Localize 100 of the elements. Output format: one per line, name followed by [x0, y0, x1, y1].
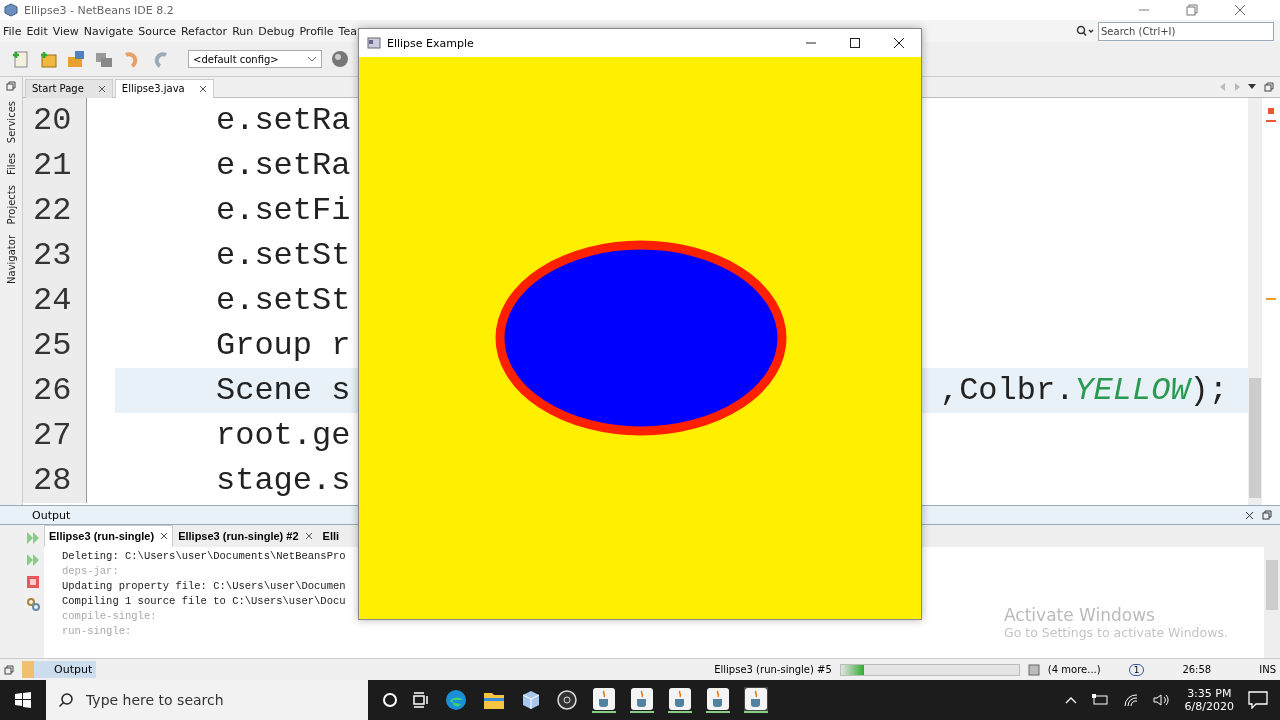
- line-number: 22: [23, 188, 87, 233]
- java-cup-icon[interactable]: [744, 687, 768, 713]
- settings-icon[interactable]: [26, 597, 40, 611]
- close-icon[interactable]: [160, 532, 169, 540]
- close-icon[interactable]: [198, 84, 207, 93]
- wifi-icon[interactable]: [1122, 693, 1139, 707]
- menu-item[interactable]: Edit: [26, 24, 51, 38]
- browser-icon[interactable]: [444, 688, 468, 712]
- restore-icon[interactable]: [1262, 510, 1272, 520]
- code-text: ,Colbr.YELLOW);: [939, 372, 1228, 409]
- line-number: 20: [23, 98, 87, 143]
- cube-icon[interactable]: [520, 689, 542, 711]
- clock-time[interactable]: 3:35 PM: [1187, 687, 1232, 700]
- code-text: Group r: [216, 327, 351, 364]
- output-line: run-single:: [62, 624, 132, 639]
- volume-icon[interactable]: [1152, 693, 1171, 707]
- caret-position: 26:58: [1182, 664, 1212, 675]
- window-title: Ellipse3 - NetBeans IDE 8.2: [24, 3, 174, 17]
- menu-item[interactable]: Tea: [338, 24, 360, 38]
- java-cup-icon[interactable]: [630, 687, 654, 713]
- menu-item[interactable]: View: [52, 24, 82, 38]
- scrollbar-thumb[interactable]: [1266, 560, 1278, 610]
- side-tab[interactable]: Navigator: [5, 234, 17, 284]
- menu-item[interactable]: Refactor: [180, 24, 231, 38]
- run-tab[interactable]: Ellipse3 (run-single) #2: [173, 525, 318, 547]
- code-text: Scene s: [216, 372, 351, 409]
- app-logo-icon: [4, 3, 18, 17]
- side-tab[interactable]: Projects: [5, 185, 17, 225]
- editor-tab[interactable]: Start Page: [25, 78, 113, 98]
- menu-item[interactable]: Run: [232, 24, 257, 38]
- search-icon[interactable]: [58, 692, 74, 708]
- restore-icon[interactable]: [1186, 4, 1198, 16]
- code-text: e.setSt: [216, 237, 351, 274]
- close-icon[interactable]: [893, 37, 905, 49]
- insert-mode: INS: [1259, 664, 1276, 675]
- menu-item[interactable]: Source: [138, 24, 179, 38]
- scrollbar-thumb[interactable]: [1249, 378, 1261, 498]
- maximize-icon[interactable]: [849, 37, 861, 49]
- output-line: Deleting: C:\Users\user\Documents\NetBeansPro: [62, 549, 346, 564]
- new-file-icon[interactable]: [10, 49, 30, 69]
- caret-icon: [307, 56, 317, 62]
- line-number: 23: [23, 233, 87, 278]
- cortana-icon[interactable]: [382, 692, 398, 708]
- more-tasks-link[interactable]: (4 more...): [1047, 664, 1101, 675]
- taskbar-search-bar[interactable]: Type here to search: [46, 680, 368, 720]
- java-cup-icon[interactable]: [706, 687, 730, 713]
- restore-icon[interactable]: [6, 81, 16, 91]
- search-field[interactable]: Search (Ctrl+I): [1098, 21, 1274, 41]
- notification-icon[interactable]: [1248, 691, 1268, 709]
- side-tab[interactable]: Files: [5, 153, 17, 176]
- line-number: 21: [23, 143, 87, 188]
- panel-title: Output: [32, 508, 71, 522]
- stop-icon[interactable]: [26, 575, 40, 589]
- window-icon: [367, 37, 381, 49]
- window-title: Ellipse Example: [387, 36, 474, 50]
- clock-date[interactable]: 6/8/2020: [1184, 700, 1234, 713]
- open-folder-icon[interactable]: [66, 49, 86, 69]
- restore-icon[interactable]: [1264, 82, 1274, 92]
- code-text: root.ge: [216, 417, 351, 454]
- activation-text: Go to Settings to activate Windows.: [1004, 625, 1228, 640]
- code-text: e.setSt: [216, 282, 351, 319]
- output-window-tab[interactable]: Output: [22, 661, 97, 678]
- output-line: Compiling 1 source file to C:\Users\user\Docu: [62, 594, 346, 609]
- code-text: e.setRa: [216, 102, 351, 139]
- sphere-icon[interactable]: [330, 49, 350, 69]
- search-input[interactable]: Type here to search: [84, 691, 348, 709]
- run-tab[interactable]: Ellipse3 (run-single): [44, 525, 174, 547]
- line-number: 24: [23, 278, 87, 323]
- task-view-icon[interactable]: [412, 692, 430, 708]
- stop-icon[interactable]: [1027, 663, 1040, 676]
- output-line: deps-jar:: [62, 564, 119, 579]
- java-cup-icon[interactable]: [592, 687, 616, 713]
- output-line: compile-single:: [62, 609, 157, 624]
- aperture-icon[interactable]: [556, 689, 578, 711]
- config-dropdown[interactable]: <default config>: [188, 50, 322, 68]
- line-number: 26: [23, 368, 87, 413]
- restore-icon[interactable]: [4, 664, 14, 675]
- menu-item[interactable]: Navigate: [83, 24, 137, 38]
- close-icon[interactable]: [1245, 510, 1254, 520]
- dropdown-icon[interactable]: [1248, 84, 1256, 90]
- menu-item[interactable]: Profile: [299, 24, 337, 38]
- line-number: 25: [23, 323, 87, 368]
- chevron-up-icon[interactable]: [1064, 696, 1077, 704]
- java-cup-icon[interactable]: [668, 687, 692, 713]
- new-project-icon[interactable]: [38, 49, 58, 69]
- battery-icon[interactable]: [1090, 694, 1109, 706]
- line-number: 28: [23, 458, 87, 503]
- start-icon[interactable]: [14, 691, 32, 709]
- task-label: Ellipse3 (run-single) #5: [714, 664, 832, 675]
- activation-title: Activate Windows: [1004, 605, 1156, 625]
- menu-item[interactable]: Debug: [258, 24, 298, 38]
- side-tab[interactable]: Services: [5, 101, 17, 144]
- search-icon[interactable]: [1076, 25, 1096, 37]
- code-text: e.setRa: [216, 147, 351, 184]
- menu-item[interactable]: File: [3, 24, 25, 38]
- editor-tab[interactable]: Ellipse3.java: [114, 78, 214, 98]
- output-line: Updating property file: C:\Users\user\Documen: [62, 579, 346, 594]
- code-text: e.setFi: [216, 192, 351, 229]
- close-icon[interactable]: [304, 532, 313, 540]
- run-tab[interactable]: Elli: [317, 525, 345, 547]
